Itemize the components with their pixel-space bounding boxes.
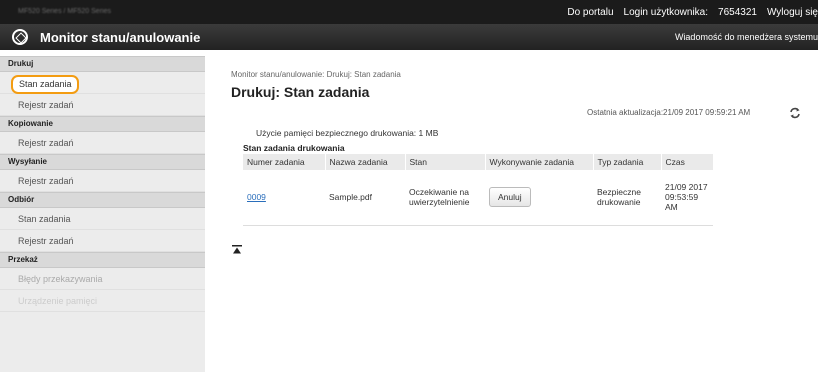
sidebar-item-receive-job-log[interactable]: Rejestr zadań — [0, 230, 205, 252]
job-action-cell: Anuluj — [485, 170, 593, 226]
sidebar-item-memory-media[interactable]: Urządzenie pamięci — [0, 290, 205, 312]
section-title: Stan zadania drukowania — [243, 143, 345, 153]
sidebar-item-send-job-log[interactable]: Rejestr zadań — [0, 170, 205, 192]
col-status: Stan — [405, 154, 486, 170]
sidebar-item-print-job-log[interactable]: Rejestr zadań — [0, 94, 205, 116]
sidebar-item-copy-job-log[interactable]: Rejestr zadań — [0, 132, 205, 154]
col-time: Czas — [661, 154, 714, 170]
col-job-action: Wykonywanie zadania — [485, 154, 594, 170]
sidebar-section-receive: Odbiór — [0, 192, 205, 208]
job-number-cell: 0009 — [243, 170, 325, 226]
sidebar-section-send: Wysyłanie — [0, 154, 205, 170]
sidebar-item-receive-job-status[interactable]: Stan zadania — [0, 208, 205, 230]
login-label: Login użytkownika: — [623, 6, 709, 18]
sidebar-item-label: Stan zadania — [11, 75, 79, 94]
title-bar: Monitor stanu/anulowanie Wiadomość do me… — [0, 24, 818, 50]
sidebar-section-copy: Kopiowanie — [0, 116, 205, 132]
app-title: Monitor stanu/anulowanie — [40, 30, 201, 45]
top-links: Do portalu Login użytkownika: 7654321 Wy… — [567, 0, 818, 24]
memory-usage-text: Użycie pamięci bezpiecznego drukowania: … — [256, 128, 439, 138]
device-model: MF520 Series / MF520 Series — [18, 8, 111, 15]
portal-link[interactable]: Do portalu — [567, 7, 613, 18]
job-status-cell: Oczekiwanie na uwierzytelnienie — [405, 170, 485, 226]
sidebar-section-print: Drukuj — [0, 56, 205, 72]
sidebar: Drukuj Stan zadania Rejestr zadań Kopiow… — [0, 56, 205, 372]
job-name-cell: Sample.pdf — [325, 170, 405, 226]
breadcrumb: Monitor stanu/anulowanie: Drukuj: Stan z… — [231, 70, 401, 79]
remote-ui-logo-icon — [12, 29, 28, 45]
refresh-icon[interactable] — [789, 107, 801, 119]
job-number-link[interactable]: 0009 — [247, 192, 266, 202]
table-row: 0009 Sample.pdf Oczekiwanie na uwierzyte… — [243, 170, 713, 226]
col-job-name: Nazwa zadania — [325, 154, 406, 170]
sidebar-item-forward-errors[interactable]: Błędy przekazywania — [0, 268, 205, 290]
back-to-top-icon[interactable] — [232, 245, 242, 255]
col-job-number: Numer zadania — [243, 154, 326, 170]
message-to-admin-link[interactable]: Wiadomość do menedżera systemu — [675, 32, 818, 42]
job-type-cell: Bezpieczne drukowanie — [593, 170, 661, 226]
job-time-cell: 21/09 2017 09:53:59 AM — [661, 170, 713, 226]
user-id: 7654321 — [718, 6, 757, 18]
logout-link[interactable]: Wyloguj się — [767, 7, 818, 18]
last-update-text: Ostatnia aktualizacja:21/09 2017 09:59:2… — [587, 108, 751, 117]
cancel-button[interactable]: Anuluj — [489, 187, 531, 208]
page-title: Drukuj: Stan zadania — [231, 84, 370, 100]
sidebar-section-forward: Przekaż — [0, 252, 205, 268]
sidebar-item-print-job-status[interactable]: Stan zadania — [0, 72, 205, 94]
top-bar: MF520 Series / MF520 Series Do portalu L… — [0, 0, 818, 24]
col-job-type: Typ zadania — [593, 154, 662, 170]
table-header-row: Numer zadania Nazwa zadania Stan Wykonyw… — [243, 154, 714, 170]
job-status-table: Numer zadania Nazwa zadania Stan Wykonyw… — [243, 154, 714, 226]
